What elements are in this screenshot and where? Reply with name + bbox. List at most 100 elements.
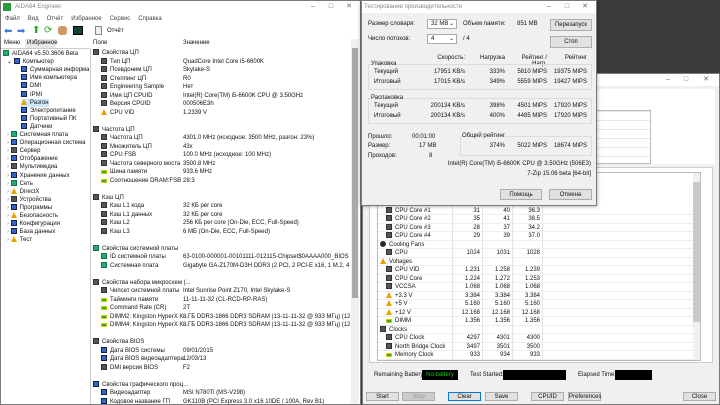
sensor-row[interactable]: +12 V 12.168 12.168 12.168 — [378, 308, 694, 317]
chip-icon — [386, 223, 392, 230]
list-item[interactable]: Имя ЦП CPUID — [101, 91, 152, 101]
list-item[interactable]: CPU FSB — [101, 151, 136, 160]
menu-report[interactable]: Отчёт — [47, 16, 64, 22]
sensor-row[interactable]: +3.3 V 3.384 3.384 3.384 — [378, 291, 694, 300]
sensor-row[interactable]: CPU Core #2 35 41 38.5 — [378, 215, 694, 224]
menu-favorites[interactable]: Избранное — [71, 16, 101, 22]
list-item[interactable]: Частота ЦП — [101, 134, 143, 143]
menu-view[interactable]: Вид — [28, 16, 39, 22]
restart-button[interactable]: Перезапуск — [550, 19, 592, 31]
preferences-button[interactable]: Preferences — [568, 392, 601, 401]
display-icon — [101, 389, 107, 395]
list-item[interactable]: Системная плата — [101, 261, 158, 271]
list-item[interactable]: Кодовое название ГП — [101, 397, 170, 404]
stop-button[interactable]: Стоп — [550, 36, 592, 48]
save-button[interactable]: Save — [485, 392, 518, 401]
sensor-scrollbar[interactable] — [693, 173, 700, 360]
sensor-row[interactable]: CPU Core #1 31 40 36.3 — [378, 206, 694, 215]
list-item[interactable]: Command Rate (CR) — [101, 304, 166, 313]
column-header-field[interactable]: Поле — [93, 40, 107, 46]
list-item[interactable]: Кэш L1 данных — [101, 210, 152, 220]
list-item[interactable]: Дата BIOS системы — [101, 346, 165, 356]
sensor-row[interactable]: Voltages — [378, 257, 694, 266]
vertical-scrollbar[interactable] — [351, 39, 359, 404]
dictionary-size-select[interactable]: 32 MB ⌄ — [427, 19, 457, 29]
start-button[interactable]: Start — [366, 392, 399, 401]
list-item[interactable]: DIMM2: Kingston HyperX K... — [101, 313, 188, 322]
total-rating-per-load: 5022 MIPS — [517, 143, 547, 149]
sensor-row[interactable]: CPU VID 1.231 1.258 1.239 — [378, 266, 694, 275]
warning-icon — [380, 257, 386, 264]
menu-help[interactable]: Справка — [138, 16, 162, 22]
report-button[interactable]: Отчёт — [107, 28, 124, 34]
sensor-row[interactable]: Clocks — [378, 325, 694, 334]
list-item[interactable]: Частота северного моста — [101, 159, 180, 169]
sensor-row[interactable]: North Bridge Clock 3497 3501 3500 — [378, 342, 694, 351]
minimize-button[interactable]: – — [542, 1, 556, 13]
minimize-button[interactable]: – — [661, 74, 675, 86]
close-button[interactable]: Close — [683, 392, 716, 401]
list-item[interactable]: DIMM4: Kingston HyperX K... — [101, 321, 188, 330]
sensor-row[interactable]: CPU Clock 4297 4301 4300 — [378, 334, 694, 343]
sensor-row[interactable]: CPU 1024 1031 1028 — [378, 249, 694, 258]
list-item[interactable]: Engineering Sample — [101, 83, 164, 92]
sensor-row[interactable]: +5 V 5.160 5.160 5.160 — [378, 300, 694, 309]
unpack-rating-per-load: 4501 MIPS — [517, 103, 547, 109]
list-item[interactable]: Версия CPUID — [101, 100, 151, 109]
list-item[interactable]: Видеоадаптер — [101, 389, 150, 398]
sensor-row[interactable]: CPU Core #3 28 37 34.2 — [378, 223, 694, 232]
pack-speed: 17015 KB/s — [433, 78, 465, 85]
threads-select[interactable]: 4 ⌄ — [427, 34, 457, 44]
sensor-row[interactable]: DIMM 1.356 1.356 1.356 — [378, 317, 694, 326]
list-item[interactable]: Псевдоним ЦП — [101, 66, 152, 75]
back-icon[interactable]: ⬅ — [4, 26, 12, 37]
list-item[interactable]: Тип ЦП — [101, 57, 130, 67]
cpuid-button[interactable]: CPUID — [531, 392, 564, 401]
scrollbar-thumb[interactable] — [352, 48, 358, 298]
minimize-button[interactable]: – — [306, 1, 320, 13]
sensor-row[interactable]: CPU Core 1.224 1.272 1.253 — [378, 274, 694, 283]
list-item[interactable]: Степпинг ЦП — [101, 74, 146, 84]
list-item[interactable]: Чипсет системной платы — [101, 287, 179, 296]
sensor-row[interactable]: VCCSA 1.068 1.068 1.068 — [378, 283, 694, 292]
maximize-button[interactable]: □ — [324, 1, 338, 13]
tree-label: Датчики — [30, 123, 53, 130]
menu-service[interactable]: Сервис — [110, 16, 131, 22]
tree-item[interactable]: › Тест — [7, 236, 32, 245]
list-item[interactable]: Кэш L1 кода — [101, 202, 144, 211]
list-item[interactable]: CPU VID — [101, 108, 134, 118]
up-icon[interactable]: ⬆ — [32, 25, 40, 36]
maximize-button[interactable]: □ — [679, 74, 693, 86]
list-item[interactable]: DMI версия BIOS — [101, 363, 158, 373]
list-item[interactable]: Кэш L2 — [101, 219, 130, 228]
list-item[interactable]: Кэш L3 — [101, 227, 130, 237]
sensor-row[interactable]: Memory Clock 933 934 933 — [378, 351, 694, 360]
help-button[interactable]: Помощь — [500, 189, 542, 200]
maximize-button[interactable]: □ — [560, 1, 574, 13]
report-icon[interactable] — [95, 26, 102, 35]
monitor-icon[interactable] — [73, 26, 83, 35]
cancel-button[interactable]: Отмена — [549, 189, 592, 200]
users-icon[interactable] — [58, 26, 67, 35]
clear-button[interactable]: Clear — [448, 392, 481, 401]
list-item[interactable]: Тайминги памяти — [101, 296, 158, 305]
refresh-icon[interactable]: ⟳ — [44, 25, 52, 36]
close-button[interactable]: ✕ — [578, 1, 592, 13]
list-item[interactable]: Множитель ЦП — [101, 142, 152, 152]
tab-favorites[interactable]: Избранное — [25, 39, 57, 48]
list-item[interactable]: Шина памяти — [101, 168, 147, 177]
memory-icon — [101, 314, 107, 319]
list-item[interactable]: Дата BIOS видеоадаптера — [101, 355, 184, 364]
scrollbar-thumb[interactable] — [693, 182, 700, 322]
close-button[interactable]: ✕ — [699, 74, 713, 86]
stop-button[interactable]: Stop — [402, 392, 435, 401]
forward-icon[interactable]: ➡ — [17, 26, 25, 37]
tab-menu[interactable]: Меню — [4, 39, 24, 48]
list-item[interactable]: Соотношение DRAM:FSB — [101, 177, 181, 186]
sensor-row[interactable]: Cooling Fans — [378, 240, 694, 249]
list-item[interactable]: ID системной платы — [101, 253, 166, 262]
sensor-row[interactable]: CPU Core #4 29 39 37.0 — [378, 232, 694, 241]
column-header-value[interactable]: Значение — [183, 40, 210, 46]
menu-file[interactable]: Файл — [5, 16, 20, 22]
close-button[interactable]: ✕ — [342, 1, 356, 13]
